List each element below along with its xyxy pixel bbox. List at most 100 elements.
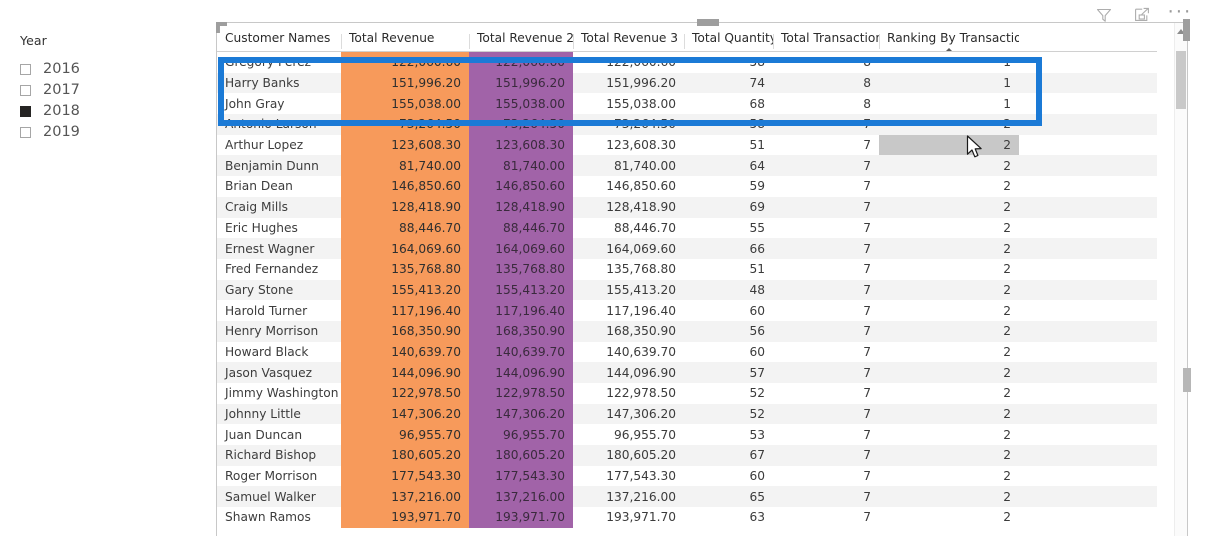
column-header-total-revenue[interactable]: Total Revenue [341, 31, 469, 51]
total-revenue-3-cell[interactable]: 135,768.80 [573, 259, 684, 280]
total-revenue-2-cell[interactable]: 151,996.20 [469, 72, 573, 94]
ranking-by-transactions-cell[interactable]: 2 [879, 404, 1019, 425]
customer-name-cell[interactable]: Shawn Ramos [217, 507, 341, 528]
total-revenue-3-cell[interactable]: 88,446.70 [573, 218, 684, 239]
ranking-by-transactions-cell[interactable]: 2 [879, 486, 1019, 507]
slicer-checkbox-2016[interactable] [20, 64, 31, 75]
slicer-item-2017[interactable]: 2017 [20, 80, 190, 101]
total-quantity-cell[interactable]: 74 [684, 73, 773, 94]
total-revenue-3-cell[interactable]: 180,605.20 [573, 445, 684, 466]
ranking-by-transactions-cell[interactable]: 2 [879, 176, 1019, 197]
total-revenue-2-cell[interactable]: 193,971.70 [469, 507, 573, 528]
customer-name-cell[interactable]: Juan Duncan [217, 424, 341, 445]
table-row[interactable]: Shawn Ramos 193,971.70 193,971.70 193,971.7… [217, 507, 1157, 528]
customer-name-cell[interactable]: Samuel Walker [217, 486, 341, 507]
vertical-scrollbar[interactable] [1174, 23, 1187, 536]
total-revenue-3-cell[interactable]: 193,971.70 [573, 507, 684, 528]
total-revenue-3-cell[interactable]: 117,196.40 [573, 300, 684, 321]
total-transactions-cell[interactable]: 7 [773, 300, 879, 321]
total-quantity-cell[interactable]: 51 [684, 259, 773, 280]
slicer-item-2019[interactable]: 2019 [20, 122, 190, 143]
customer-name-cell[interactable]: Howard Black [217, 342, 341, 363]
total-quantity-cell[interactable]: 60 [684, 300, 773, 321]
vertical-scrollbar-thumb[interactable] [1176, 51, 1186, 109]
total-revenue-2-cell[interactable]: 147,306.20 [469, 403, 573, 425]
total-revenue-3-cell[interactable]: 137,216.00 [573, 486, 684, 507]
total-transactions-cell[interactable]: 7 [773, 383, 879, 404]
total-revenue-2-cell[interactable]: 168,350.90 [469, 320, 573, 342]
total-transactions-cell[interactable]: 7 [773, 321, 879, 342]
total-revenue-3-cell[interactable]: 73,264.50 [573, 114, 684, 135]
column-header-total-revenue-3[interactable]: Total Revenue 3 [573, 31, 684, 51]
total-quantity-cell[interactable]: 64 [684, 155, 773, 176]
slicer-checkbox-2018[interactable] [20, 106, 31, 117]
total-transactions-cell[interactable]: 8 [773, 73, 879, 94]
total-quantity-cell[interactable]: 59 [684, 176, 773, 197]
total-revenue-cell[interactable]: 128,418.90 [341, 196, 469, 218]
ranking-by-transactions-cell[interactable]: 1 [879, 52, 1019, 73]
table-row[interactable]: Arthur Lopez 123,608.30 123,608.30 123,608.… [217, 134, 1157, 156]
total-quantity-cell[interactable]: 58 [684, 114, 773, 135]
customer-name-cell[interactable]: Harold Turner [217, 300, 341, 321]
total-revenue-3-cell[interactable]: 147,306.20 [573, 404, 684, 425]
total-revenue-3-cell[interactable]: 123,608.30 [573, 135, 684, 156]
total-revenue-cell[interactable]: 147,306.20 [341, 403, 469, 425]
total-revenue-cell[interactable]: 151,996.20 [341, 72, 469, 94]
total-revenue-2-cell[interactable]: 122,978.50 [469, 383, 573, 404]
total-revenue-2-cell[interactable]: 137,216.00 [469, 486, 573, 508]
total-revenue-cell[interactable]: 155,413.20 [341, 279, 469, 301]
table-row[interactable]: Brian Dean 146,850.60 146,850.60 146,850.60… [217, 176, 1157, 197]
total-revenue-cell[interactable]: 144,096.90 [341, 362, 469, 383]
total-quantity-cell[interactable]: 53 [684, 424, 773, 445]
table-row[interactable]: Benjamin Dunn 81,740.00 81,740.00 81,740.00… [217, 155, 1157, 177]
total-revenue-3-cell[interactable]: 168,350.90 [573, 321, 684, 342]
customer-name-cell[interactable]: Fred Fernandez [217, 259, 341, 280]
customer-name-cell[interactable]: Craig Mills [217, 197, 341, 218]
total-transactions-cell[interactable]: 7 [773, 155, 879, 176]
table-row[interactable]: Harold Turner 117,196.40 117,196.40 117,196… [217, 300, 1157, 321]
total-transactions-cell[interactable]: 7 [773, 135, 879, 156]
table-row[interactable]: Richard Bishop 180,605.20 180,605.20 180,60… [217, 445, 1157, 466]
total-quantity-cell[interactable]: 66 [684, 238, 773, 259]
column-header-customer-names[interactable]: Customer Names [217, 31, 341, 51]
column-header-total-transactions[interactable]: Total Transactions [773, 31, 879, 51]
ranking-by-transactions-cell[interactable]: 2 [879, 218, 1019, 239]
total-transactions-cell[interactable]: 7 [773, 280, 879, 301]
total-revenue-cell[interactable]: 193,971.70 [341, 507, 469, 528]
total-revenue-3-cell[interactable]: 122,978.50 [573, 383, 684, 404]
total-revenue-2-cell[interactable]: 177,543.30 [469, 465, 573, 487]
customer-name-cell[interactable]: Ernest Wagner [217, 238, 341, 259]
total-quantity-cell[interactable]: 56 [684, 321, 773, 342]
total-quantity-cell[interactable]: 52 [684, 383, 773, 404]
customer-name-cell[interactable]: Roger Morrison [217, 466, 341, 487]
total-revenue-cell[interactable]: 122,978.50 [341, 383, 469, 404]
total-revenue-3-cell[interactable]: 81,740.00 [573, 155, 684, 176]
customer-name-cell[interactable]: Henry Morrison [217, 321, 341, 342]
total-revenue-3-cell[interactable]: 122,060.60 [573, 52, 684, 73]
slicer-item-2018[interactable]: 2018 [20, 101, 190, 122]
total-revenue-3-cell[interactable]: 144,096.90 [573, 362, 684, 383]
customer-name-cell[interactable]: John Gray [217, 93, 341, 114]
total-transactions-cell[interactable]: 7 [773, 362, 879, 383]
total-revenue-cell[interactable]: 180,605.20 [341, 445, 469, 466]
total-revenue-cell[interactable]: 155,038.00 [341, 93, 469, 115]
total-quantity-cell[interactable]: 58 [684, 52, 773, 73]
total-revenue-2-cell[interactable]: 164,069.60 [469, 238, 573, 259]
total-quantity-cell[interactable]: 51 [684, 135, 773, 156]
customer-name-cell[interactable]: Jimmy Washington [217, 383, 341, 404]
ranking-by-transactions-cell[interactable]: 2 [879, 155, 1019, 176]
total-revenue-2-cell[interactable]: 155,413.20 [469, 279, 573, 301]
customer-name-cell[interactable]: Johnny Little [217, 404, 341, 425]
table-row[interactable]: Fred Fernandez 135,768.80 135,768.80 135,76… [217, 258, 1157, 280]
ranking-by-transactions-cell[interactable]: 2 [879, 238, 1019, 259]
total-revenue-2-cell[interactable]: 146,850.60 [469, 176, 573, 197]
total-transactions-cell[interactable]: 7 [773, 404, 879, 425]
table-row[interactable]: Jimmy Washington 122,978.50 122,978.50 122,… [217, 383, 1157, 404]
total-transactions-cell[interactable]: 7 [773, 445, 879, 466]
total-revenue-cell[interactable]: 73,264.50 [341, 114, 469, 135]
total-transactions-cell[interactable]: 7 [773, 486, 879, 507]
total-revenue-3-cell[interactable]: 155,038.00 [573, 93, 684, 114]
customer-name-cell[interactable]: Gary Stone [217, 280, 341, 301]
total-revenue-3-cell[interactable]: 177,543.30 [573, 466, 684, 487]
total-revenue-3-cell[interactable]: 146,850.60 [573, 176, 684, 197]
